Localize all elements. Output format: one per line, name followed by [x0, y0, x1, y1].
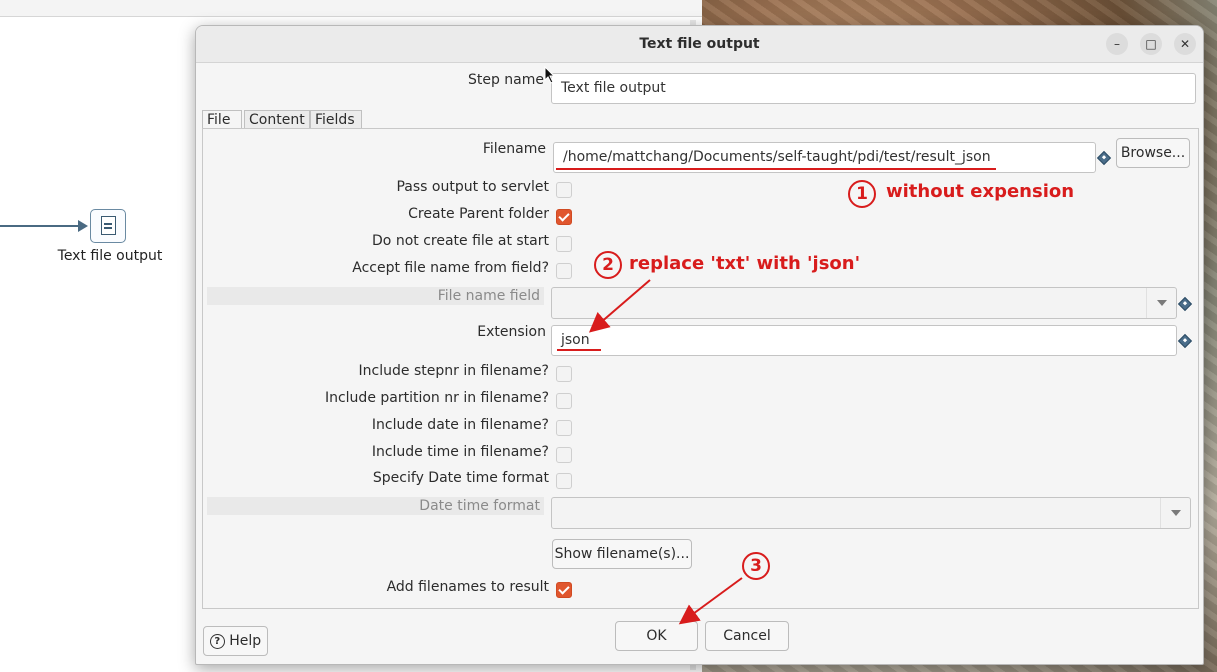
annotation-text-2: replace 'txt' with 'json': [629, 253, 861, 274]
include-stepnr-checkbox[interactable]: [556, 366, 572, 382]
pass-output-label: Pass output to servlet: [396, 179, 549, 195]
file-name-field-select[interactable]: [551, 287, 1177, 319]
create-parent-label: Create Parent folder: [408, 206, 549, 222]
annotation-circle-3: 3: [742, 552, 770, 580]
chevron-down-icon: [1160, 498, 1190, 528]
include-partition-checkbox[interactable]: [556, 393, 572, 409]
pass-output-checkbox[interactable]: [556, 182, 572, 198]
help-label: Help: [229, 633, 262, 649]
tab-content[interactable]: Content: [244, 110, 310, 129]
add-filenames-label: Add filenames to result: [386, 579, 549, 595]
specify-datetime-label: Specify Date time format: [372, 470, 549, 486]
datetime-format-select[interactable]: [551, 497, 1191, 529]
filename-label: Filename: [482, 141, 546, 157]
specify-datetime-checkbox[interactable]: [556, 473, 572, 489]
dialog-title: Text file output: [639, 36, 760, 52]
ok-button[interactable]: OK: [615, 621, 698, 651]
include-date-checkbox[interactable]: [556, 420, 572, 436]
hop-arrow-icon: [78, 220, 88, 232]
extension-input[interactable]: json: [551, 325, 1177, 356]
annotation-circle-2: 2: [594, 251, 622, 279]
step-name-input[interactable]: Text file output: [551, 73, 1196, 104]
help-button[interactable]: ? Help: [203, 626, 268, 656]
text-file-output-dialog: Text file output – □ ✕ Step name Text fi…: [195, 25, 1204, 665]
chevron-down-icon: [1146, 288, 1176, 318]
hop-line[interactable]: [0, 225, 80, 227]
accept-name-label: Accept file name from field?: [352, 260, 549, 276]
canvas-toolbar: [0, 0, 702, 17]
mouse-cursor-icon: [544, 66, 556, 84]
annotation-circle-1: 1: [848, 180, 876, 208]
create-parent-checkbox[interactable]: [556, 209, 572, 225]
step-label: Text file output: [57, 248, 163, 264]
filename-underline: [556, 168, 996, 170]
tab-file[interactable]: File: [202, 110, 242, 129]
maximize-button[interactable]: □: [1140, 33, 1162, 55]
tab-fields[interactable]: Fields: [310, 110, 362, 129]
step-name-label: Step name: [467, 72, 544, 88]
include-stepnr-label: Include stepnr in filename?: [358, 363, 549, 379]
no-create-label: Do not create file at start: [372, 233, 549, 249]
no-create-checkbox[interactable]: [556, 236, 572, 252]
help-icon: ?: [209, 633, 225, 649]
browse-button[interactable]: Browse...: [1116, 138, 1190, 168]
include-date-label: Include date in filename?: [371, 417, 549, 433]
annotation-text-1: without expension: [886, 181, 1075, 202]
extension-underline: [557, 349, 601, 351]
file-name-field-label: File name field: [207, 287, 544, 305]
add-filenames-checkbox[interactable]: [556, 582, 572, 598]
document-icon: [101, 216, 116, 235]
accept-name-checkbox[interactable]: [556, 263, 572, 279]
include-time-label: Include time in filename?: [371, 444, 549, 460]
text-file-output-step-icon[interactable]: [90, 209, 126, 243]
cancel-button[interactable]: Cancel: [705, 621, 789, 651]
extension-label: Extension: [477, 324, 546, 340]
include-partition-label: Include partition nr in filename?: [324, 390, 549, 406]
datetime-format-label: Date time format: [207, 497, 544, 515]
include-time-checkbox[interactable]: [556, 447, 572, 463]
show-filenames-button[interactable]: Show filename(s)...: [552, 539, 692, 569]
close-button[interactable]: ✕: [1174, 33, 1196, 55]
minimize-button[interactable]: –: [1106, 33, 1128, 55]
